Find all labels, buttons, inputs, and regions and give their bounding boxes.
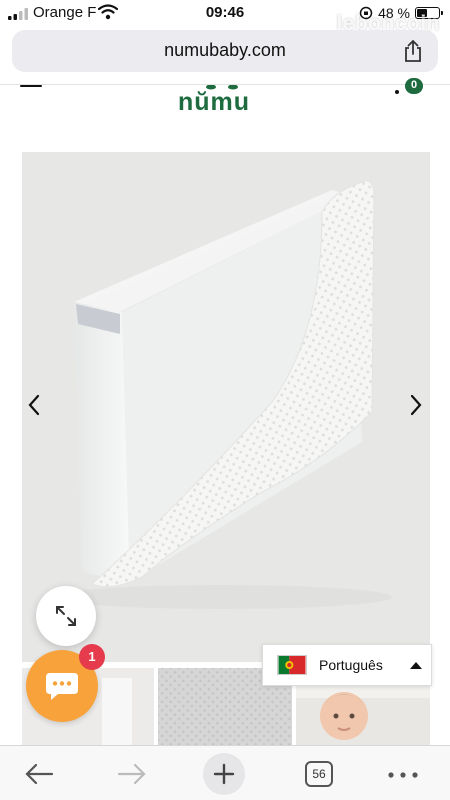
new-tab-button[interactable]: [203, 753, 245, 795]
product-image[interactable]: [22, 152, 430, 662]
forward-arrow-icon[interactable]: [117, 763, 147, 785]
more-icon[interactable]: [388, 772, 418, 778]
chevron-right-icon[interactable]: [406, 390, 426, 420]
chevron-left-icon[interactable]: [24, 390, 44, 420]
menu-icon[interactable]: [20, 85, 42, 91]
cart-count-badge: 0: [405, 78, 423, 94]
share-icon[interactable]: [402, 39, 424, 63]
site-logo[interactable]: nŭmu: [178, 88, 250, 117]
browser-toolbar: 56: [0, 745, 450, 800]
portugal-flag-icon: [277, 655, 307, 675]
back-arrow-icon[interactable]: [24, 763, 54, 785]
expand-icon: [56, 606, 76, 626]
language-label: Português: [319, 657, 383, 673]
expand-button[interactable]: [36, 586, 96, 646]
address-bar[interactable]: numubaby.com: [12, 30, 438, 72]
chat-notification-badge: 1: [79, 644, 105, 670]
caret-up-icon: [410, 662, 422, 669]
plus-icon: [213, 763, 235, 785]
url-text[interactable]: numubaby.com: [12, 40, 438, 61]
language-selector[interactable]: Português: [262, 644, 432, 686]
tabs-button[interactable]: 56: [305, 761, 333, 787]
mattress-image: [22, 152, 430, 662]
chat-icon: [46, 673, 78, 700]
